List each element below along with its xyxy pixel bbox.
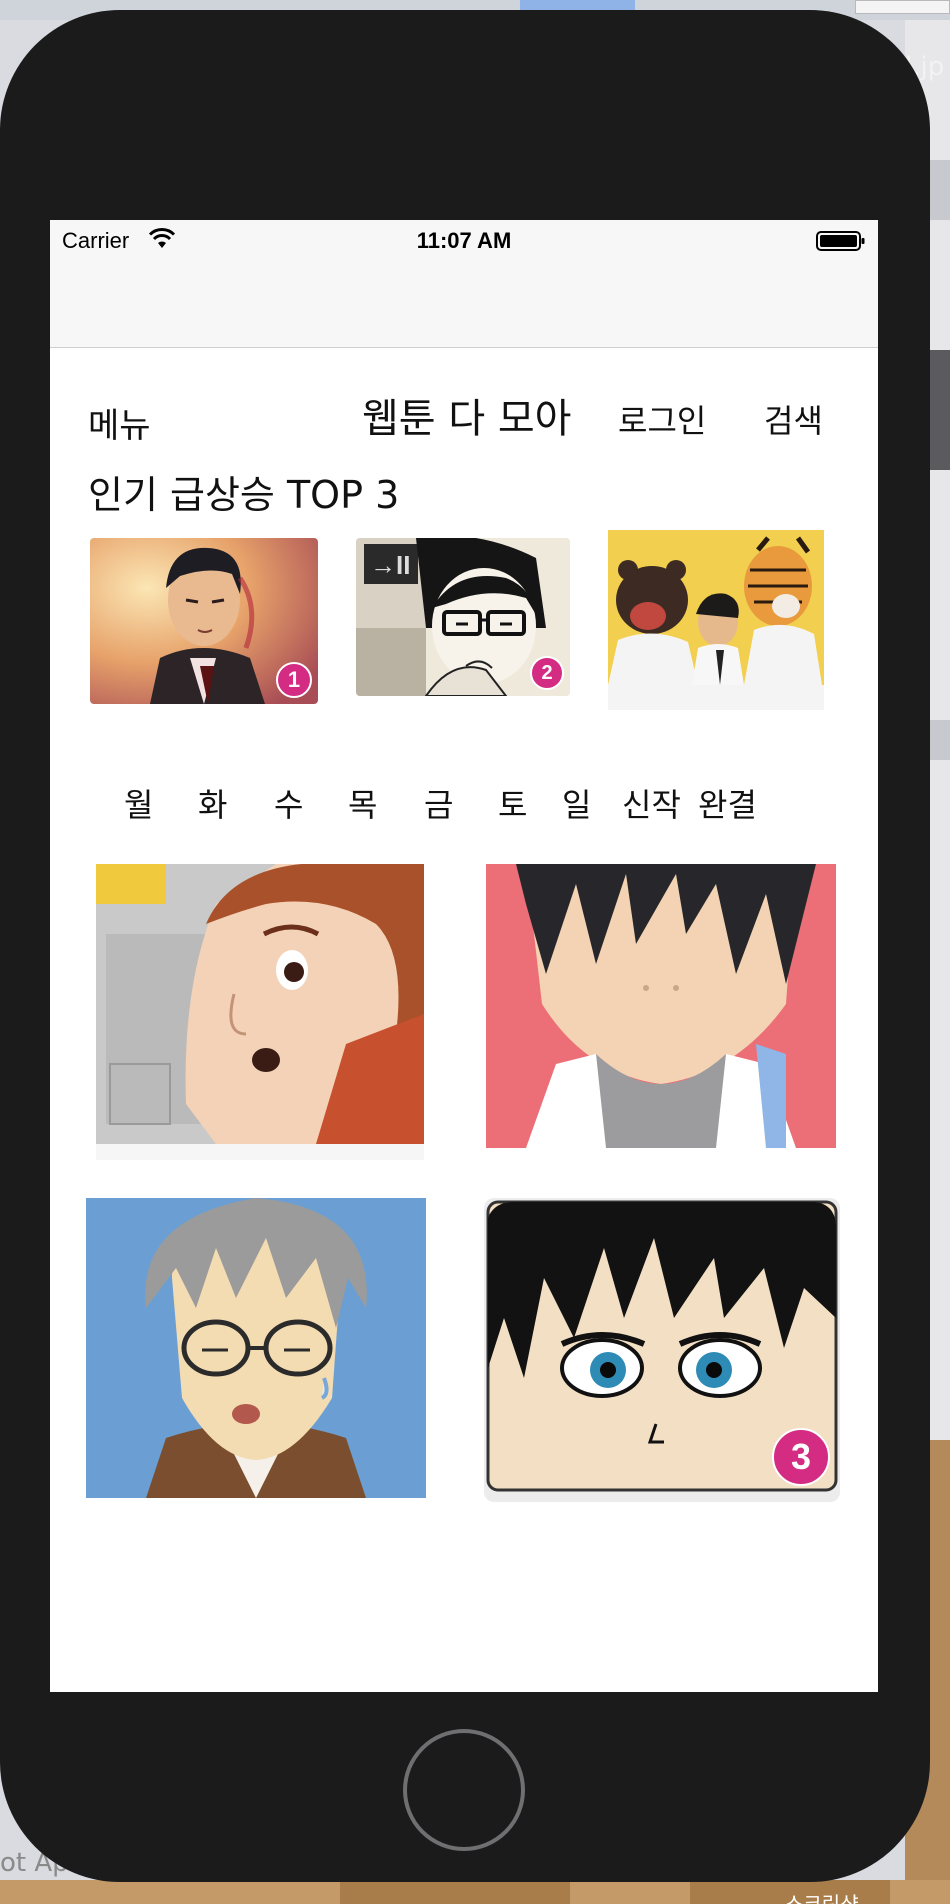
bear-tiger-cover-icon <box>608 530 824 710</box>
rank-badge: 1 <box>276 662 312 698</box>
webtoon-card[interactable] <box>486 864 836 1148</box>
tab-mon[interactable]: 월 <box>124 780 153 826</box>
app-screen: Carrier 11:07 AM 메뉴 웹툰 다 모아 로그인 검색 인기 급상… <box>50 220 878 1692</box>
tab-wed[interactable]: 수 <box>274 780 303 826</box>
svg-text:→II: →II <box>370 550 410 580</box>
tab-thu[interactable]: 목 <box>348 780 377 826</box>
webtoon-card[interactable] <box>86 1198 426 1498</box>
top3-item-3[interactable] <box>608 530 824 710</box>
webtoon-card[interactable] <box>96 864 424 1160</box>
login-button[interactable]: 로그인 <box>618 396 706 442</box>
tab-sat[interactable]: 토 <box>498 780 527 826</box>
tab-completed[interactable]: 완결 <box>698 780 757 826</box>
tab-fri[interactable]: 금 <box>424 780 453 826</box>
desktop-label-right: 스크린샷 <box>785 1892 859 1904</box>
dark-hair-cover-icon <box>486 864 836 1148</box>
tab-new[interactable]: 신작 <box>622 780 681 826</box>
tab-tue[interactable]: 화 <box>198 780 227 826</box>
webtoon-card[interactable]: 3 <box>484 1198 840 1502</box>
app-title: 웹툰 다 모아 <box>362 396 572 442</box>
top3-item-1[interactable]: 1 <box>90 538 318 704</box>
rank-badge: 3 <box>772 1428 830 1486</box>
desktop-window <box>855 0 950 14</box>
status-time: 11:07 AM <box>416 228 512 253</box>
search-button[interactable]: 검색 <box>764 396 823 442</box>
surprised-boy-cover-icon <box>96 864 424 1160</box>
tab-sun[interactable]: 일 <box>562 780 591 826</box>
menu-button[interactable]: 메뉴 <box>88 398 151 447</box>
iphone-simulator-frame: Carrier 11:07 AM 메뉴 웹툰 다 모아 로그인 검색 인기 급상… <box>0 10 930 1882</box>
rank-badge: 2 <box>530 656 564 690</box>
status-bar: Carrier 11:07 AM <box>50 220 878 348</box>
top3-item-2[interactable]: →II 2 <box>356 538 570 696</box>
battery-icon <box>816 231 865 251</box>
home-button[interactable] <box>403 1729 525 1851</box>
top3-section-title: 인기 급상승 TOP 3 <box>88 473 400 517</box>
glasses-grey-hair-cover-icon <box>86 1198 426 1498</box>
